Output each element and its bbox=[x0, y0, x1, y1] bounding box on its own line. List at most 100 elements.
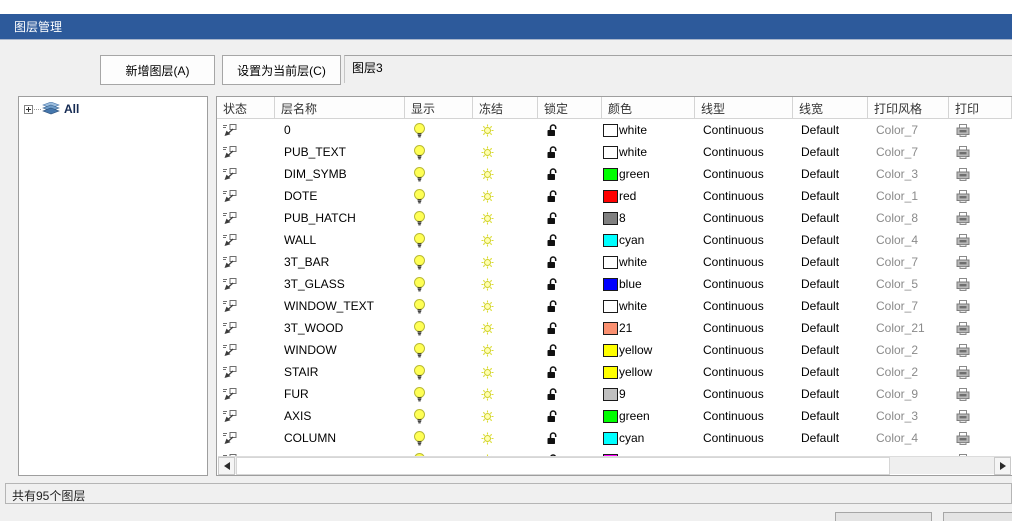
lineweight-cell[interactable]: Default bbox=[793, 229, 868, 251]
set-current-layer-button[interactable]: 设置为当前层(C) bbox=[222, 55, 341, 85]
freeze-cell[interactable] bbox=[473, 229, 538, 251]
linetype-cell[interactable]: Continuous bbox=[695, 163, 793, 185]
table-row[interactable]: 3T_GLASS blue Continuous bbox=[217, 273, 1012, 295]
print-cell[interactable] bbox=[949, 295, 1012, 317]
table-row[interactable]: WINDOW yellow Continuous bbox=[217, 339, 1012, 361]
layer-name-cell[interactable]: DOTE bbox=[275, 185, 405, 207]
lock-cell[interactable] bbox=[538, 295, 602, 317]
header-visible[interactable]: 显示 bbox=[405, 97, 473, 119]
layer-name-cell[interactable]: 3T_BAR bbox=[275, 251, 405, 273]
color-cell[interactable]: white bbox=[602, 295, 695, 317]
visible-cell[interactable] bbox=[405, 163, 473, 185]
print-cell[interactable] bbox=[949, 207, 1012, 229]
layer-name-cell[interactable]: WINDOW bbox=[275, 339, 405, 361]
layer-name-cell[interactable]: PUB_TEXT bbox=[275, 141, 405, 163]
lock-cell[interactable] bbox=[538, 405, 602, 427]
layer-name-cell[interactable]: 3T_WOOD bbox=[275, 317, 405, 339]
color-cell[interactable]: 8 bbox=[602, 207, 695, 229]
visible-cell[interactable] bbox=[405, 295, 473, 317]
lock-cell[interactable] bbox=[538, 251, 602, 273]
color-cell[interactable]: yellow bbox=[602, 361, 695, 383]
print-cell[interactable] bbox=[949, 427, 1012, 449]
color-swatch[interactable] bbox=[603, 190, 618, 203]
visible-cell[interactable] bbox=[405, 427, 473, 449]
color-cell[interactable]: green bbox=[602, 163, 695, 185]
horizontal-scrollbar[interactable] bbox=[218, 456, 1011, 474]
visible-cell[interactable] bbox=[405, 207, 473, 229]
visible-cell[interactable] bbox=[405, 317, 473, 339]
header-status[interactable]: 状态 bbox=[217, 97, 275, 119]
linetype-cell[interactable]: Continuous bbox=[695, 317, 793, 339]
lineweight-cell[interactable]: Default bbox=[793, 405, 868, 427]
linetype-cell[interactable]: Continuous bbox=[695, 207, 793, 229]
tree-expand-plus-icon[interactable] bbox=[24, 105, 33, 114]
freeze-cell[interactable] bbox=[473, 383, 538, 405]
color-swatch[interactable] bbox=[603, 366, 618, 379]
table-row[interactable]: 3T_WOOD 21 Continuous D bbox=[217, 317, 1012, 339]
header-freeze[interactable]: 冻结 bbox=[473, 97, 538, 119]
visible-cell[interactable] bbox=[405, 141, 473, 163]
lineweight-cell[interactable]: Default bbox=[793, 427, 868, 449]
visible-cell[interactable] bbox=[405, 229, 473, 251]
lock-cell[interactable] bbox=[538, 427, 602, 449]
color-swatch[interactable] bbox=[603, 388, 618, 401]
lineweight-cell[interactable]: Default bbox=[793, 163, 868, 185]
scrollbar-thumb[interactable] bbox=[236, 457, 890, 475]
freeze-cell[interactable] bbox=[473, 119, 538, 141]
linetype-cell[interactable]: Continuous bbox=[695, 229, 793, 251]
table-row[interactable]: COLUMN cyan Continuous bbox=[217, 427, 1012, 449]
ok-button-partial[interactable] bbox=[835, 512, 932, 521]
table-row[interactable]: WINDOW_TEXT white Continuou bbox=[217, 295, 1012, 317]
color-cell[interactable]: green bbox=[602, 405, 695, 427]
tree-item-all[interactable]: All bbox=[19, 97, 207, 116]
print-cell[interactable] bbox=[949, 405, 1012, 427]
color-swatch[interactable] bbox=[603, 212, 618, 225]
lock-cell[interactable] bbox=[538, 207, 602, 229]
color-swatch[interactable] bbox=[603, 322, 618, 335]
lineweight-cell[interactable]: Default bbox=[793, 361, 868, 383]
layer-name-cell[interactable]: DIM_SYMB bbox=[275, 163, 405, 185]
table-row[interactable]: 3T_BAR white Continuous bbox=[217, 251, 1012, 273]
layer-name-cell[interactable]: 0 bbox=[275, 119, 405, 141]
linetype-cell[interactable]: Continuous bbox=[695, 273, 793, 295]
layer-name-cell[interactable]: AXIS bbox=[275, 405, 405, 427]
visible-cell[interactable] bbox=[405, 361, 473, 383]
lineweight-cell[interactable]: Default bbox=[793, 317, 868, 339]
color-cell[interactable]: white bbox=[602, 141, 695, 163]
color-swatch[interactable] bbox=[603, 168, 618, 181]
color-swatch[interactable] bbox=[603, 124, 618, 137]
header-lineweight[interactable]: 线宽 bbox=[793, 97, 868, 119]
freeze-cell[interactable] bbox=[473, 427, 538, 449]
linetype-cell[interactable]: Continuous bbox=[695, 119, 793, 141]
visible-cell[interactable] bbox=[405, 383, 473, 405]
table-row[interactable]: FUR 9 Continuous Defaul bbox=[217, 383, 1012, 405]
lock-cell[interactable] bbox=[538, 185, 602, 207]
color-swatch[interactable] bbox=[603, 432, 618, 445]
color-swatch[interactable] bbox=[603, 146, 618, 159]
header-layer-name[interactable]: 层名称 bbox=[275, 97, 405, 119]
visible-cell[interactable] bbox=[405, 405, 473, 427]
color-swatch[interactable] bbox=[603, 278, 618, 291]
freeze-cell[interactable] bbox=[473, 185, 538, 207]
freeze-cell[interactable] bbox=[473, 405, 538, 427]
lock-cell[interactable] bbox=[538, 317, 602, 339]
freeze-cell[interactable] bbox=[473, 273, 538, 295]
color-swatch[interactable] bbox=[603, 300, 618, 313]
table-row[interactable]: STAIR yellow Continuous bbox=[217, 361, 1012, 383]
color-swatch[interactable] bbox=[603, 256, 618, 269]
linetype-cell[interactable]: Continuous bbox=[695, 295, 793, 317]
print-cell[interactable] bbox=[949, 163, 1012, 185]
lineweight-cell[interactable]: Default bbox=[793, 119, 868, 141]
new-layer-button[interactable]: 新增图层(A) bbox=[100, 55, 215, 85]
lineweight-cell[interactable]: Default bbox=[793, 207, 868, 229]
header-plot-style[interactable]: 打印风格 bbox=[868, 97, 949, 119]
print-cell[interactable] bbox=[949, 383, 1012, 405]
lineweight-cell[interactable]: Default bbox=[793, 383, 868, 405]
layer-name-cell[interactable]: FUR bbox=[275, 383, 405, 405]
freeze-cell[interactable] bbox=[473, 141, 538, 163]
color-cell[interactable]: cyan bbox=[602, 229, 695, 251]
lineweight-cell[interactable]: Default bbox=[793, 339, 868, 361]
lock-cell[interactable] bbox=[538, 141, 602, 163]
freeze-cell[interactable] bbox=[473, 361, 538, 383]
linetype-cell[interactable]: Continuous bbox=[695, 361, 793, 383]
